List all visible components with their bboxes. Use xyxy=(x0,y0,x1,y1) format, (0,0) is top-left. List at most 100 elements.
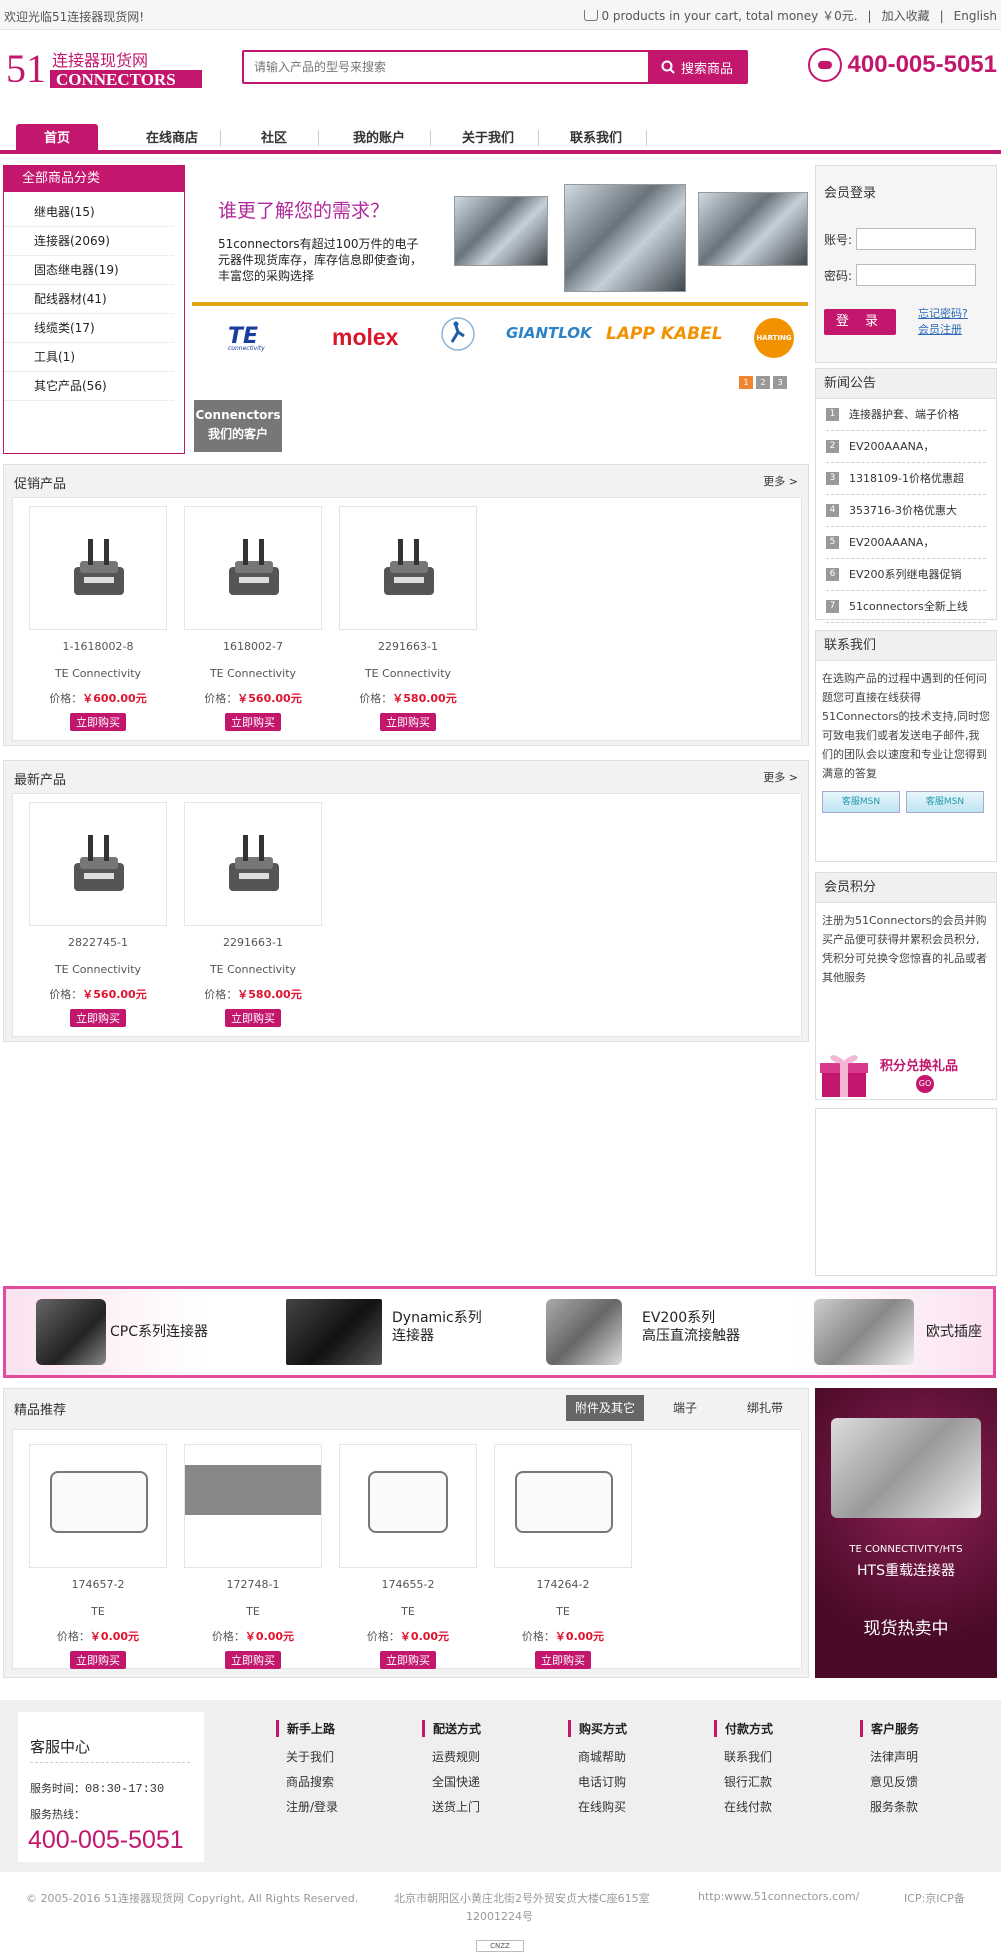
dynamic-connector-image[interactable] xyxy=(286,1299,382,1365)
product-card[interactable]: 174657-2 TE 价格：￥0.00元 立即购买 xyxy=(28,1444,168,1669)
product-image[interactable] xyxy=(184,1444,322,1568)
product-card[interactable]: 2822745-1 TE Connectivity 价格：￥560.00元 立即… xyxy=(28,802,168,1027)
category-item[interactable]: 配线器材(41) xyxy=(4,285,174,314)
product-image[interactable] xyxy=(29,506,167,630)
footer-link[interactable]: 商城帮助 xyxy=(568,1745,627,1770)
category-item[interactable]: 工具(1) xyxy=(4,343,174,372)
product-image[interactable] xyxy=(339,506,477,630)
product-card[interactable]: 1-1618002-8 TE Connectivity 价格：￥600.00元 … xyxy=(28,506,168,731)
nav-contact[interactable]: 联系我们 xyxy=(554,124,638,154)
hts-promo-banner[interactable]: TE CONNECTIVITY/HTS HTS重载连接器 现货热卖中 xyxy=(815,1388,997,1678)
product-card[interactable]: 174655-2 TE 价格：￥0.00元 立即购买 xyxy=(338,1444,478,1669)
product-image[interactable] xyxy=(184,802,322,926)
buy-now-button[interactable]: 立即购买 xyxy=(535,1651,591,1669)
go-button[interactable]: GO xyxy=(916,1075,934,1093)
euro-socket-image[interactable] xyxy=(814,1299,914,1365)
footer-link[interactable]: 联系我们 xyxy=(714,1745,773,1770)
product-card[interactable]: 2291663-1 TE Connectivity 价格：￥580.00元 立即… xyxy=(183,802,323,1027)
footer-link[interactable]: 银行汇款 xyxy=(714,1770,773,1795)
category-item[interactable]: 固态继电器(19) xyxy=(4,256,174,285)
product-card[interactable]: 172748-1 TE 价格：￥0.00元 立即购买 xyxy=(183,1444,323,1669)
buy-now-button[interactable]: 立即购买 xyxy=(225,1009,281,1027)
product-image[interactable] xyxy=(339,1444,477,1568)
buy-now-button[interactable]: 立即购买 xyxy=(380,1651,436,1669)
strip-label[interactable]: Dynamic系列 连接器 xyxy=(392,1309,482,1345)
buy-now-button[interactable]: 立即购买 xyxy=(70,1009,126,1027)
tab-accessories[interactable]: 附件及其它 xyxy=(566,1395,644,1421)
footer-link[interactable]: 在线购买 xyxy=(568,1795,627,1820)
product-code[interactable]: 2822745-1 xyxy=(28,936,168,949)
product-code[interactable]: 174264-2 xyxy=(493,1578,633,1591)
buy-now-button[interactable]: 立即购买 xyxy=(70,1651,126,1669)
more-link[interactable]: 更多 > xyxy=(763,473,798,489)
news-item[interactable]: 3 1318109-1价格优惠超 xyxy=(826,463,986,495)
cnzz-badge[interactable]: CNZZ xyxy=(476,1940,524,1952)
strip-label[interactable]: EV200系列 高压直流接触器 xyxy=(642,1309,740,1345)
login-button[interactable]: 登 录 xyxy=(824,309,896,335)
nav-community[interactable]: 社区 xyxy=(236,124,312,154)
category-item[interactable]: 其它产品(56) xyxy=(4,372,174,401)
more-link[interactable]: 更多 > xyxy=(763,769,798,785)
banner-page[interactable]: 2 xyxy=(756,376,770,389)
product-code[interactable]: 1-1618002-8 xyxy=(28,640,168,653)
product-image[interactable] xyxy=(494,1444,632,1568)
msn-button[interactable]: 客服MSN xyxy=(906,791,984,813)
footer-link[interactable]: 运费规则 xyxy=(422,1745,481,1770)
product-image[interactable] xyxy=(184,506,322,630)
product-code[interactable]: 174657-2 xyxy=(28,1578,168,1591)
product-image[interactable] xyxy=(29,1444,167,1568)
category-item[interactable]: 线缆类(17) xyxy=(4,314,174,343)
tab-terminals[interactable]: 端子 xyxy=(646,1395,724,1421)
buy-now-button[interactable]: 立即购买 xyxy=(225,1651,281,1669)
category-item[interactable]: 继电器(15) xyxy=(4,198,174,227)
search-input[interactable] xyxy=(244,52,648,82)
product-card[interactable]: 174264-2 TE 价格：￥0.00元 立即购买 xyxy=(493,1444,633,1669)
account-input[interactable] xyxy=(856,228,977,250)
news-item[interactable]: 1 连接器护套、端子价格 xyxy=(826,399,986,431)
search-button[interactable]: 搜索商品 xyxy=(648,52,746,82)
footer-link[interactable]: 关于我们 xyxy=(276,1745,338,1770)
footer-link[interactable]: 送货上门 xyxy=(422,1795,481,1820)
points-exchange-banner[interactable]: 积分兑换礼品 GO xyxy=(816,1051,996,1099)
footer-link[interactable]: 服务条款 xyxy=(860,1795,919,1820)
msn-button[interactable]: 客服MSN xyxy=(822,791,900,813)
product-code[interactable]: 2291663-1 xyxy=(183,936,323,949)
site-url[interactable]: http:www.51connectors.com/ xyxy=(698,1890,859,1903)
buy-now-button[interactable]: 立即购买 xyxy=(70,713,126,731)
buy-now-button[interactable]: 立即购买 xyxy=(380,713,436,731)
add-favorite-link[interactable]: 加入收藏 xyxy=(882,7,930,24)
category-item[interactable]: 连接器(2069) xyxy=(4,227,174,256)
footer-link[interactable]: 全国快递 xyxy=(422,1770,481,1795)
strip-label[interactable]: 欧式插座 xyxy=(926,1323,982,1341)
footer-link[interactable]: 电话订购 xyxy=(568,1770,627,1795)
strip-label[interactable]: CPC系列连接器 xyxy=(110,1323,208,1341)
product-image[interactable] xyxy=(29,802,167,926)
news-item[interactable]: 6 EV200系列继电器促销 xyxy=(826,559,986,591)
product-code[interactable]: 1618002-7 xyxy=(183,640,323,653)
buy-now-button[interactable]: 立即购买 xyxy=(225,713,281,731)
product-code[interactable]: 174655-2 xyxy=(338,1578,478,1591)
nav-home[interactable]: 首页 xyxy=(16,124,98,154)
footer-link[interactable]: 意见反馈 xyxy=(860,1770,919,1795)
footer-link[interactable]: 商品搜索 xyxy=(276,1770,338,1795)
news-item[interactable]: 2 EV200AAANA， xyxy=(826,431,986,463)
cpc-connector-image[interactable] xyxy=(36,1299,106,1365)
banner-page[interactable]: 1 xyxy=(739,376,753,389)
tab-cable-ties[interactable]: 绑扎带 xyxy=(726,1395,804,1421)
nav-about[interactable]: 关于我们 xyxy=(446,124,530,154)
hero-banner[interactable]: 谁更了解您的需求？ 51connectors有超过100万件的电子元器件现货库存… xyxy=(192,166,808,398)
product-code[interactable]: 2291663-1 xyxy=(338,640,478,653)
site-logo[interactable]: 51 连接器现货网 CONNECTORS xyxy=(6,46,202,91)
ev200-relay-image[interactable] xyxy=(546,1299,622,1365)
news-item[interactable]: 5 EV200AAANA， xyxy=(826,527,986,559)
english-link[interactable]: English xyxy=(954,9,997,23)
forgot-password-link[interactable]: 忘记密码? xyxy=(918,307,968,320)
footer-link[interactable]: 法律声明 xyxy=(860,1745,919,1770)
cart-link[interactable]: 0 products in your cart, total money ￥0元… xyxy=(584,7,858,24)
banner-page[interactable]: 3 xyxy=(773,376,787,389)
nav-account[interactable]: 我的账户 xyxy=(334,124,424,154)
customers-tag[interactable]: Connenctors 我们的客户 xyxy=(194,400,282,452)
product-code[interactable]: 172748-1 xyxy=(183,1578,323,1591)
footer-link[interactable]: 注册/登录 xyxy=(276,1795,338,1820)
footer-link[interactable]: 在线付款 xyxy=(714,1795,773,1820)
